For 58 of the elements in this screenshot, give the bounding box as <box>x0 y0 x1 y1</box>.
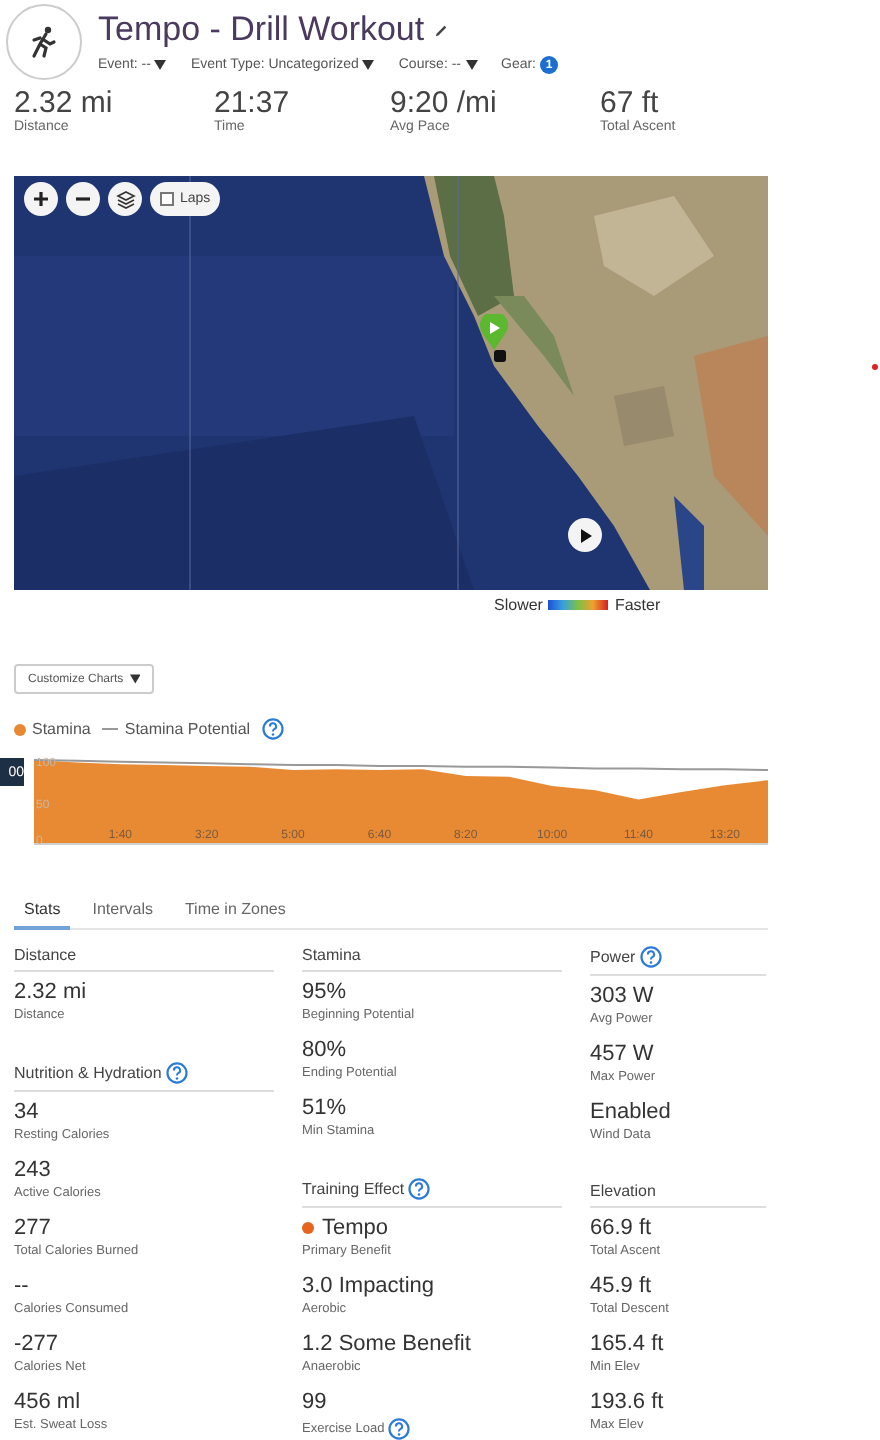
stat-value: 457 W <box>590 1042 654 1066</box>
caret-icon <box>129 674 140 684</box>
slower-label: Slower <box>494 596 543 614</box>
stat-value: 66.9 ft <box>590 1216 652 1240</box>
stat-value: 3.0 Impacting <box>302 1274 435 1298</box>
stat-value: -277 <box>14 1332 59 1356</box>
help-icon[interactable] <box>262 718 285 740</box>
stat-value: 99 <box>302 1390 327 1414</box>
faster-label: Faster <box>614 596 661 614</box>
map-pin-icon <box>480 314 508 350</box>
section-heading: Distance <box>14 946 77 964</box>
caret-icon <box>154 60 167 70</box>
summary-value: 2.32 mi <box>14 86 115 120</box>
summary-value: 21:37 <box>214 86 292 120</box>
stat-value: 193.6 ft <box>590 1390 664 1414</box>
stat-value: 95% <box>302 980 347 1004</box>
tab[interactable]: Time in Zones <box>174 896 296 930</box>
tab[interactable]: Stats <box>14 896 71 930</box>
summary-value: 67 ft <box>600 86 661 120</box>
summary-value: 9:20 /mi <box>390 86 499 120</box>
help-icon[interactable] <box>639 946 662 968</box>
stat-value: -- <box>14 1274 29 1298</box>
activity-title: Tempo - Drill Workout <box>98 10 425 50</box>
section-heading: Elevation <box>590 1182 656 1200</box>
legend-label: Stamina <box>32 720 91 738</box>
stat-value: Tempo <box>322 1216 389 1240</box>
help-icon[interactable] <box>388 1418 411 1440</box>
stat-value: 51% <box>302 1096 347 1120</box>
section-heading: Training Effect <box>302 1180 405 1198</box>
section-heading: Stamina <box>302 946 361 964</box>
stat-value: 165.4 ft <box>590 1332 664 1356</box>
stat-value: 80% <box>302 1038 347 1062</box>
tab[interactable]: Intervals <box>82 896 163 930</box>
help-icon[interactable] <box>408 1178 431 1200</box>
stat-value: 303 W <box>590 984 654 1008</box>
stat-value: 34 <box>14 1100 39 1124</box>
stat-value: 277 <box>14 1216 51 1240</box>
start-marker-icon <box>494 350 506 362</box>
runner-icon <box>6 4 82 80</box>
legend-dot <box>14 723 26 735</box>
marker-dot <box>872 364 878 370</box>
section-heading: Power <box>590 948 636 966</box>
play-icon <box>577 527 593 543</box>
stat-value: 243 <box>14 1158 51 1182</box>
stat-value: 45.9 ft <box>590 1274 652 1298</box>
legend-label: Stamina Potential <box>124 720 251 738</box>
stat-value: 456 ml <box>14 1390 81 1414</box>
layers-icon <box>115 189 135 209</box>
help-icon[interactable] <box>165 1062 188 1084</box>
stat-value: Enabled <box>590 1100 671 1124</box>
caret-icon <box>465 60 477 70</box>
edit-icon[interactable] <box>434 23 449 37</box>
stat-value: 2.32 mi <box>14 980 87 1004</box>
speed-gradient-bar <box>548 600 609 610</box>
caret-icon <box>362 60 375 70</box>
section-heading: Nutrition & Hydration <box>14 1064 162 1082</box>
plus-icon <box>32 190 50 208</box>
stat-value: 1.2 Some Benefit <box>302 1332 471 1356</box>
